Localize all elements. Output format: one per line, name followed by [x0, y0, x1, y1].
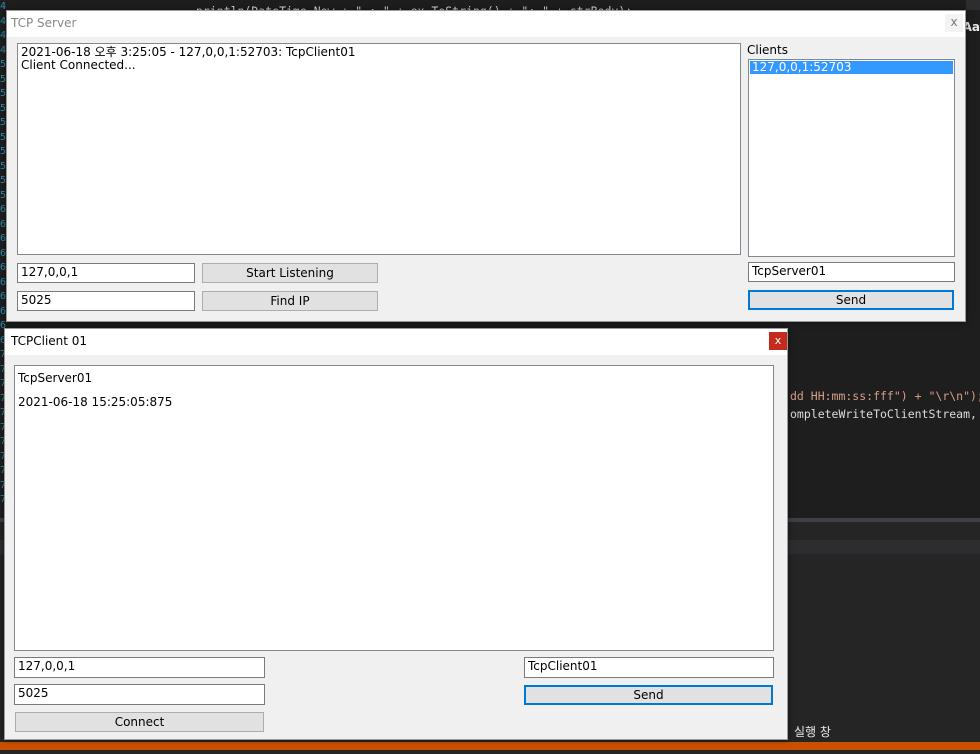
client-port-input[interactable]: 5025 — [14, 684, 265, 705]
clients-label: Clients — [747, 43, 788, 57]
client-send-button[interactable]: Send — [524, 685, 773, 705]
server-window-title: TCP Server — [11, 16, 77, 30]
client-message-input[interactable]: TcpClient01 — [524, 657, 774, 678]
client-close-button[interactable]: x — [769, 332, 787, 350]
client-list-item[interactable]: 127,0,0,1:52703 — [750, 61, 953, 74]
client-title-bar: TCPClient 01 x — [5, 329, 787, 355]
ide-status-bar — [0, 742, 980, 750]
server-ip-input[interactable]: 127,0,0,1 — [17, 263, 195, 283]
client-window-title: TCPClient 01 — [11, 334, 88, 348]
server-send-button[interactable]: Send — [748, 290, 954, 310]
tcp-server-window: TCP Server x 2021-06-18 오후 3:25:05 - 127… — [6, 10, 966, 322]
client-ip-input[interactable]: 127,0,0,1 — [14, 657, 265, 678]
code-line: dd HH:mm:ss:fff") + "\r\n"); — [790, 389, 980, 403]
server-log-textarea[interactable]: 2021-06-18 오후 3:25:05 - 127,0,0,1:52703:… — [17, 43, 741, 255]
client-log-line: TcpServer01 — [18, 371, 93, 385]
clients-listbox[interactable]: 127,0,0,1:52703 — [748, 59, 955, 257]
start-listening-button[interactable]: Start Listening — [202, 263, 378, 283]
find-ip-button[interactable]: Find IP — [202, 291, 378, 311]
client-log-textarea[interactable]: TcpServer01 2021-06-18 15:25:05:875 — [14, 365, 774, 651]
tcp-client-window: TCPClient 01 x TcpServer01 2021-06-18 15… — [4, 328, 788, 740]
client-log-line: 2021-06-18 15:25:05:875 — [18, 395, 173, 409]
server-log-line: Client Connected... — [21, 58, 136, 72]
server-title-bar: TCP Server x — [7, 11, 965, 37]
code-line: ompleteWriteToClientStream, — [790, 407, 977, 421]
server-message-input[interactable]: TcpServer01 — [748, 262, 955, 282]
tab-run-window[interactable]: 실행 창 — [794, 723, 831, 740]
server-port-input[interactable]: 5025 — [17, 291, 195, 311]
server-close-button[interactable]: x — [945, 14, 963, 32]
connect-button[interactable]: Connect — [15, 712, 264, 732]
ide-scroll-arrow[interactable] — [966, 0, 980, 10]
